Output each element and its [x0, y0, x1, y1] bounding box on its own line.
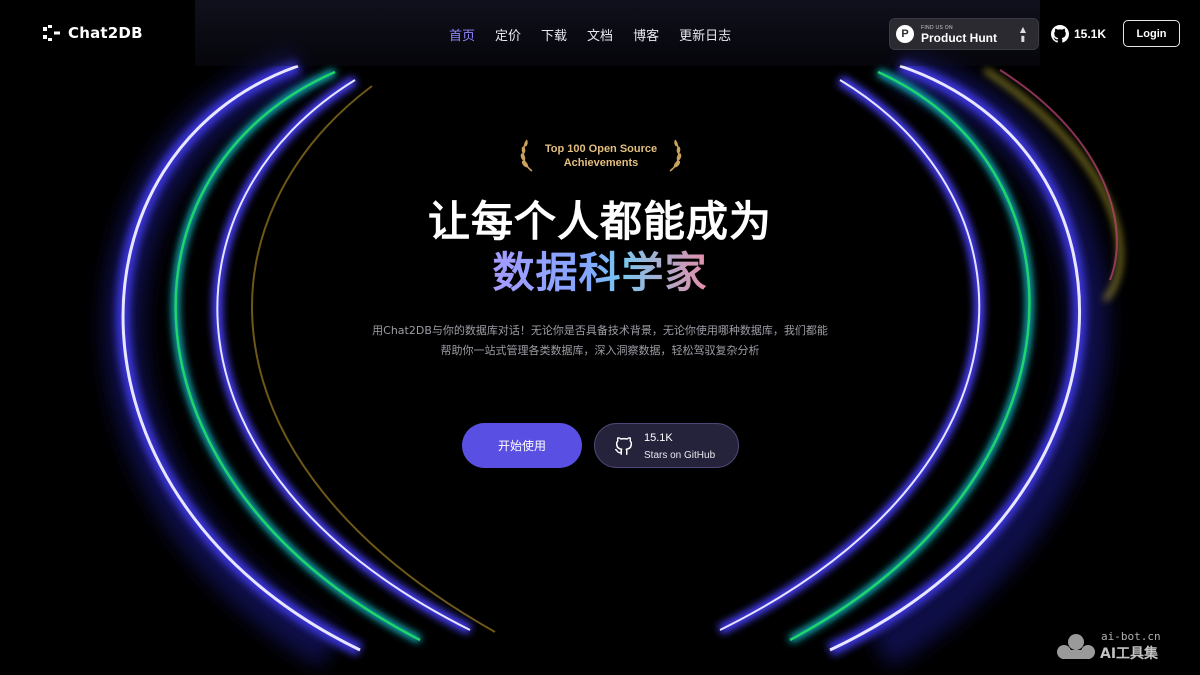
award-line-1: Top 100 Open Source	[544, 143, 658, 155]
github-button-count: 15.1K	[644, 432, 673, 444]
hero-subtitle-line-1: 用Chat2DB与你的数据库对话！无论你是否具备技术背景，无论你使用哪种数据库，…	[372, 324, 828, 337]
hero-headline-highlight: 数据科学家	[492, 248, 708, 297]
chat2db-logo-icon	[43, 25, 60, 41]
hero-headline-line-2: 数据科学家	[0, 247, 1200, 299]
upvote-arrows-icon: ▲ ▮	[1019, 25, 1026, 43]
award-badge: Top 100 Open Source Achievements	[518, 136, 684, 176]
hero-subtitle: 用Chat2DB与你的数据库对话！无论你是否具备技术背景，无论你使用哪种数据库，…	[300, 321, 900, 361]
github-icon	[1051, 25, 1069, 43]
github-stars-link[interactable]: 15.1K	[1051, 25, 1106, 43]
github-button-label: Stars on GitHub	[644, 450, 716, 461]
hero-headline-line-1: 让每个人都能成为	[427, 197, 772, 246]
get-started-button[interactable]: 开始使用	[462, 423, 582, 468]
nav-item-download[interactable]: 下载	[541, 25, 567, 44]
watermark-name: AI工具集	[1100, 646, 1159, 662]
nav-item-pricing[interactable]: 定价	[495, 25, 521, 44]
laurel-right-icon	[669, 139, 682, 172]
product-hunt-name: Product Hunt	[921, 31, 997, 45]
logo[interactable]: Chat2DB	[42, 24, 143, 42]
login-button[interactable]: Login	[1123, 20, 1180, 47]
watermark-logo-icon	[1057, 634, 1095, 659]
product-hunt-badge[interactable]: P FIND US ON Product Hunt ▲ ▮	[889, 18, 1039, 50]
nav-item-changelog[interactable]: 更新日志	[679, 25, 731, 44]
github-star-count: 15.1K	[1074, 27, 1107, 41]
watermark: ai-bot.cn AI工具集	[1056, 630, 1186, 662]
product-hunt-icon: P	[896, 25, 914, 43]
watermark-url: ai-bot.cn	[1101, 630, 1161, 643]
nav-item-home[interactable]: 首页	[449, 25, 475, 44]
logo-text: Chat2DB	[68, 24, 143, 42]
award-line-2: Achievements	[563, 157, 639, 169]
github-stars-button[interactable]: 15.1K Stars on GitHub	[594, 423, 739, 468]
award-text: Top 100 Open Source Achievements	[518, 142, 684, 170]
main-nav: 首页 定价 下载 文档 博客 更新日志	[449, 25, 751, 44]
github-outline-icon	[615, 437, 633, 455]
site-header: Chat2DB 首页 定价 下载 文档 博客 更新日志 P FIND US ON…	[0, 0, 1200, 68]
nav-item-blog[interactable]: 博客	[633, 25, 659, 44]
hero-subtitle-line-2: 帮助你一站式管理各类数据库，深入洞察数据，轻松驾驭复杂分析	[440, 344, 760, 357]
nav-item-docs[interactable]: 文档	[587, 25, 613, 44]
